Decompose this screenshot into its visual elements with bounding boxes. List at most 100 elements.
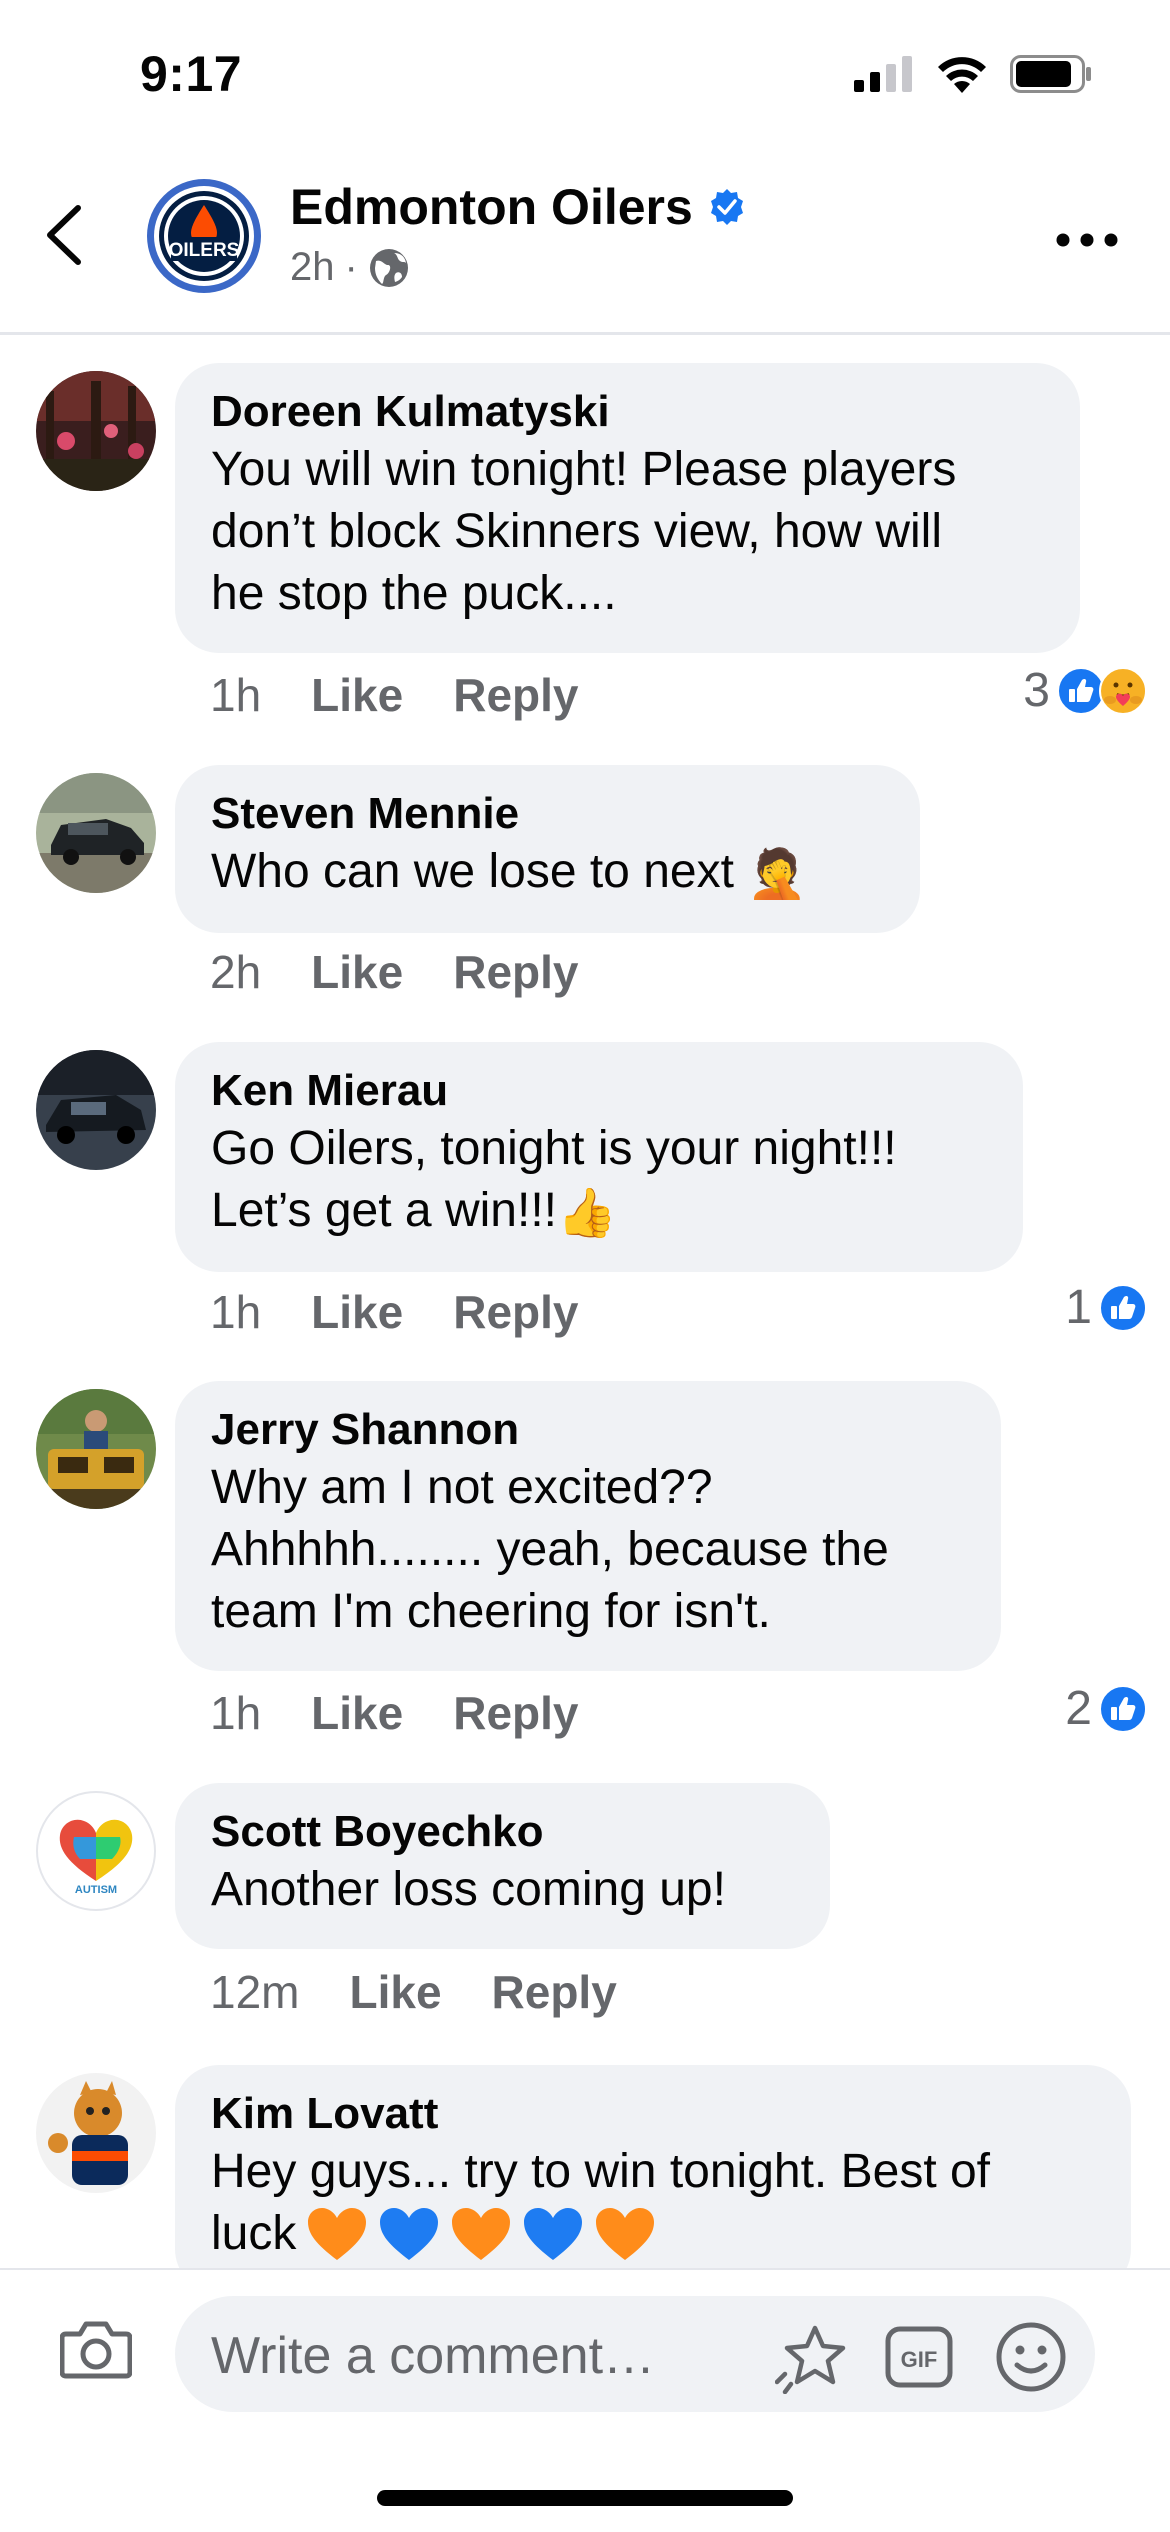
avatar[interactable] [36,773,156,893]
avatar[interactable] [36,2073,156,2193]
comment-bubble[interactable]: Steven Mennie Who can we lose to next 🤦 [175,765,920,934]
post-meta: 2h · [290,245,410,290]
page-avatar[interactable]: OILERS [143,175,265,297]
comment-text-line: Go Oilers, tonight is your night!!! [211,1122,897,1175]
post-age: 2h [290,245,335,289]
comment-text: Let’s get a win!!!👍 [211,1180,987,1244]
reply-button[interactable]: Reply [492,1965,617,2019]
reaction-summary[interactable]: 3 [1023,663,1148,718]
avatar-image [36,773,156,893]
comment-actions: 12m Like Reply [210,1965,617,2019]
sticker-icon [774,2325,846,2395]
comment-author[interactable]: Kim Lovatt [211,2087,1095,2141]
comment-text-line: he stop the puck.... [211,567,617,620]
reply-button[interactable]: Reply [453,668,578,722]
avatar-image [36,1050,156,1170]
orange-heart-icon [596,2208,655,2260]
comment-bubble[interactable]: Ken Mierau Go Oilers, tonight is your ni… [175,1042,1023,1273]
comment-text: luck [211,2203,1095,2265]
logo-text: OILERS [169,240,240,261]
camera-icon [59,2321,133,2379]
comment-composer: Write a comment… GIF [0,2268,1170,2430]
reaction-summary[interactable]: 1 [1065,1280,1148,1335]
orange-heart-icon [452,2208,511,2260]
emoji-button[interactable] [995,2321,1067,2398]
like-reaction-icon [1099,1684,1147,1733]
cellular-signal-icon [854,56,912,92]
avatar[interactable] [36,1050,156,1170]
comment-time: 2h [210,946,262,998]
like-button[interactable]: Like [349,1965,441,2019]
camera-button[interactable] [59,2318,133,2385]
comment-input[interactable]: Write a comment… GIF [175,2296,1095,2412]
reaction-count: 3 [1023,664,1050,717]
status-bar: 9:17 [0,0,1170,150]
sticker-button[interactable] [774,2324,847,2399]
home-indicator[interactable] [377,2490,793,2506]
comment-author[interactable]: Ken Mierau [211,1064,987,1118]
emoji-icon [996,2322,1066,2392]
autism-awareness-avatar: AUTISM [59,1819,133,1896]
back-arrow-icon [47,205,81,265]
care-reaction-icon [1099,666,1147,715]
comment-text-line: Ahhhhh........ yeah, because the [211,1523,889,1576]
verified-badge-icon [710,189,743,225]
comment-time: 1h [210,669,262,721]
post-header: OILERS Edmonton Oilers 2h · [0,150,1170,335]
avatar[interactable] [36,1389,156,1509]
status-time: 9:17 [140,46,243,102]
back-button[interactable] [40,200,100,280]
gif-icon: GIF [885,2326,953,2388]
facepalm-emoji: 🤦 [747,846,808,903]
comment-actions: 1h Like Reply [210,1285,578,1339]
reply-button[interactable]: Reply [453,945,578,999]
comment-actions: 2h Like Reply [210,945,578,999]
comment-placeholder: Write a comment… [211,2327,656,2385]
page-name[interactable]: Edmonton Oilers [290,178,693,236]
gif-button[interactable]: GIF [885,2326,953,2393]
comment-actions: 1h Like Reply [210,1686,578,1740]
comment-bubble[interactable]: Scott Boyechko Another loss coming up! [175,1783,830,1949]
comment-bubble[interactable]: Jerry Shannon Why am I not excited?? Ahh… [175,1381,1001,1671]
comment-text-line: luck [211,2207,297,2260]
reaction-count: 2 [1065,1682,1092,1735]
oilers-logo-icon: OILERS [144,176,264,296]
reply-button[interactable]: Reply [453,1285,578,1339]
gif-label: GIF [901,2347,938,2372]
comments-list: Doreen Kulmatyski You will win tonight! … [0,355,1170,2270]
like-button[interactable]: Like [311,668,403,722]
status-icons [854,55,1092,93]
blue-heart-icon [380,2208,439,2260]
comment-time: 12m [210,1966,300,2018]
comment-author[interactable]: Doreen Kulmatyski [211,385,1044,439]
like-button[interactable]: Like [311,1686,403,1740]
like-reaction-icon [1099,1283,1147,1332]
comment-bubble[interactable]: Doreen Kulmatyski You will win tonight! … [175,363,1080,653]
battery-icon [1010,55,1091,93]
comment-text-line: Let’s get a win!!! [211,1184,557,1237]
avatar-image [36,371,156,491]
comment-text-line: don’t block Skinners view, how will [211,505,942,558]
avatar[interactable] [36,371,156,491]
globe-icon [369,248,408,287]
comment-text: Who can we lose to next 🤦 [211,841,884,905]
reply-button[interactable]: Reply [453,1686,578,1740]
comment-text-line: You will win tonight! Please players [211,443,957,496]
comment-author[interactable]: Scott Boyechko [211,1805,794,1859]
blue-heart-icon [524,2208,583,2260]
orange-heart-icon [308,2208,367,2260]
comment-author[interactable]: Jerry Shannon [211,1403,965,1457]
wifi-icon [938,57,986,93]
comment-time: 1h [210,1286,262,1338]
like-button[interactable]: Like [311,1285,403,1339]
comment-bubble[interactable]: Kim Lovatt Hey guys... try to win tonigh… [175,2065,1131,2270]
comment-text-line: team I'm cheering for isn't. [211,1585,771,1638]
more-options-button[interactable] [1054,220,1120,260]
avatar[interactable]: AUTISM [36,1791,156,1911]
reaction-summary[interactable]: 2 [1065,1681,1148,1736]
comment-author[interactable]: Steven Mennie [211,787,884,841]
comment-text-line: Who can we lose to next [211,845,734,898]
comment-text-line: Why am I not excited?? [211,1461,713,1514]
more-icon [1056,233,1118,247]
like-button[interactable]: Like [311,945,403,999]
